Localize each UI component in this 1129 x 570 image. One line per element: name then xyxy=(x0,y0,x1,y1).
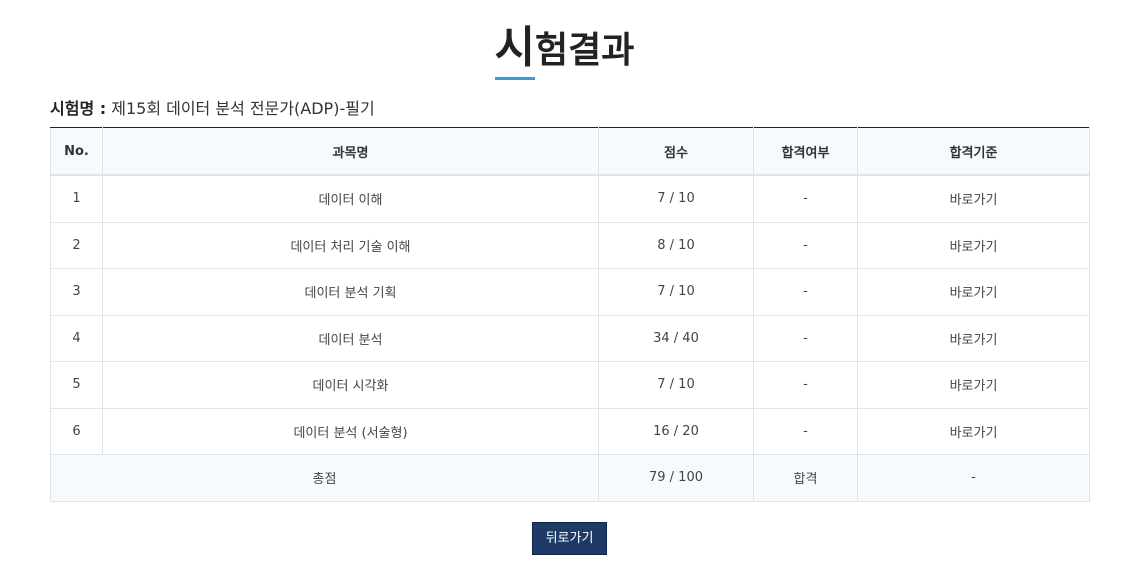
row-no: 6 xyxy=(50,407,103,455)
row-subject: 데이터 처리 기술 이해 xyxy=(102,221,599,269)
total-label: 총점 xyxy=(50,454,599,502)
table-row: 6 데이터 분석 (서술형) 16 / 20 - 바로가기 xyxy=(50,407,1090,455)
exam-name-value: 제15회 데이터 분석 전문가(ADP)-필기 xyxy=(111,99,375,118)
row-criteria-cell: 바로가기 xyxy=(857,407,1090,455)
row-pass: - xyxy=(753,361,858,409)
exam-result-page: 시험결과 시험명 : 제15회 데이터 분석 전문가(ADP)-필기 No. 과… xyxy=(0,0,1129,570)
table-row: 3 데이터 분석 기획 7 / 10 - 바로가기 xyxy=(50,268,1090,316)
row-subject: 데이터 분석 (서술형) xyxy=(102,407,599,455)
row-score: 7 / 10 xyxy=(598,268,754,316)
back-button[interactable]: 뒤로가기 xyxy=(532,522,607,555)
row-no: 3 xyxy=(50,268,103,316)
row-no: 1 xyxy=(50,174,103,223)
table-row: 1 데이터 이해 7 / 10 - 바로가기 xyxy=(50,174,1090,223)
row-no: 5 xyxy=(50,361,103,409)
exam-info: 시험명 : 제15회 데이터 분석 전문가(ADP)-필기 xyxy=(50,97,375,121)
header-criteria: 합격기준 xyxy=(857,127,1090,176)
row-subject: 데이터 시각화 xyxy=(102,361,599,409)
page-title-first-char: 시 xyxy=(494,18,536,80)
row-subject: 데이터 분석 xyxy=(102,314,599,362)
row-score: 7 / 10 xyxy=(598,174,754,223)
total-row: 총점 79 / 100 합격 - xyxy=(50,454,1090,502)
row-criteria-cell: 바로가기 xyxy=(857,268,1090,316)
row-criteria-cell: 바로가기 xyxy=(857,221,1090,269)
row-pass: - xyxy=(753,407,858,455)
header-score: 점수 xyxy=(598,127,754,176)
criteria-link[interactable]: 바로가기 xyxy=(950,286,998,301)
result-table: No. 과목명 점수 합격여부 합격기준 1 데이터 이해 7 / 10 - 바… xyxy=(50,127,1090,502)
criteria-link[interactable]: 바로가기 xyxy=(950,379,998,394)
criteria-link[interactable]: 바로가기 xyxy=(950,240,998,255)
header-subject: 과목명 xyxy=(102,127,599,176)
exam-name-label: 시험명 : xyxy=(50,99,107,118)
row-no: 2 xyxy=(50,221,103,269)
page-title-wrap: 시험결과 xyxy=(0,18,1129,81)
table-row: 2 데이터 처리 기술 이해 8 / 10 - 바로가기 xyxy=(50,221,1090,269)
table-header-row: No. 과목명 점수 합격여부 합격기준 xyxy=(50,127,1090,176)
row-subject: 데이터 분석 기획 xyxy=(102,268,599,316)
row-criteria-cell: 바로가기 xyxy=(857,361,1090,409)
row-pass: - xyxy=(753,174,858,223)
page-title: 시험결과 xyxy=(494,18,635,81)
row-pass: - xyxy=(753,268,858,316)
row-subject: 데이터 이해 xyxy=(102,174,599,223)
row-score: 16 / 20 xyxy=(598,407,754,455)
header-pass: 합격여부 xyxy=(753,127,858,176)
criteria-link[interactable]: 바로가기 xyxy=(950,193,998,208)
row-score: 7 / 10 xyxy=(598,361,754,409)
row-score: 8 / 10 xyxy=(598,221,754,269)
header-no: No. xyxy=(50,127,103,176)
criteria-link[interactable]: 바로가기 xyxy=(950,333,998,348)
row-criteria-cell: 바로가기 xyxy=(857,174,1090,223)
table-row: 4 데이터 분석 34 / 40 - 바로가기 xyxy=(50,314,1090,362)
total-score: 79 / 100 xyxy=(598,454,754,502)
row-pass: - xyxy=(753,314,858,362)
row-no: 4 xyxy=(50,314,103,362)
page-title-rest: 험결과 xyxy=(535,30,635,71)
total-pass-status: 합격 xyxy=(753,454,858,502)
table-row: 5 데이터 시각화 7 / 10 - 바로가기 xyxy=(50,361,1090,409)
total-criteria: - xyxy=(857,454,1090,502)
row-pass: - xyxy=(753,221,858,269)
row-score: 34 / 40 xyxy=(598,314,754,362)
row-criteria-cell: 바로가기 xyxy=(857,314,1090,362)
criteria-link[interactable]: 바로가기 xyxy=(950,426,998,441)
